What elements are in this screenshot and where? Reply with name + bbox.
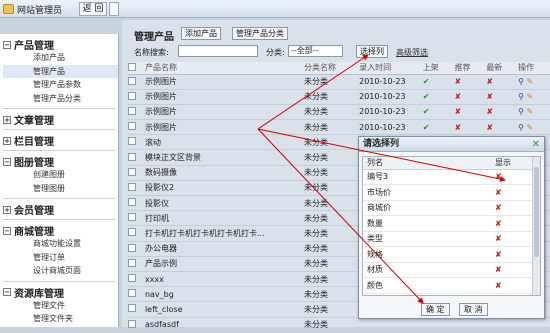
arrow-to-confirm (257, 128, 424, 304)
annotation-arrows (257, 54, 506, 304)
arrow-to-show-toggle (257, 128, 506, 182)
arrow-to-select-columns (257, 54, 369, 130)
